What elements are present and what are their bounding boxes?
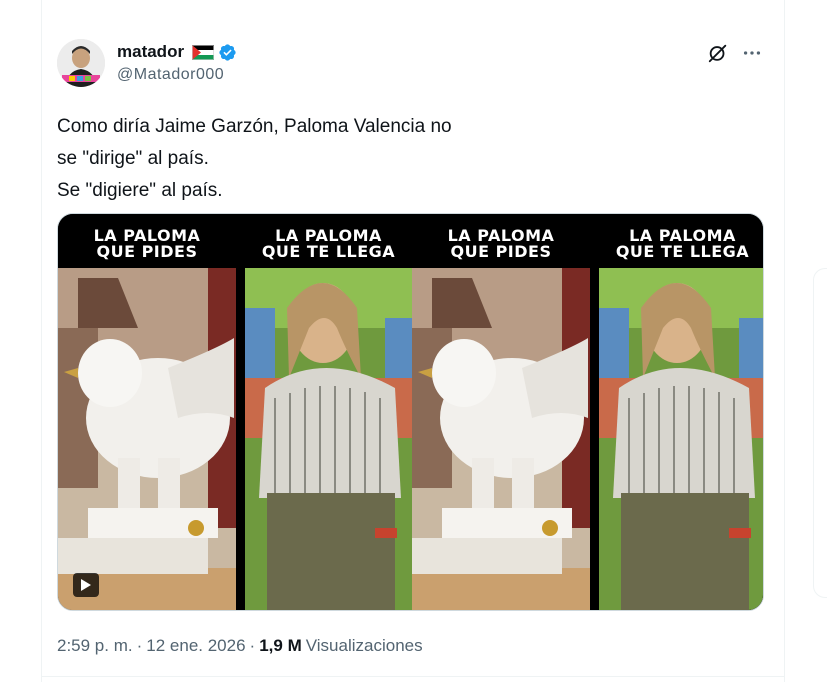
tweet-text-line: Como diría Jaime Garzón, Paloma Valencia…	[57, 116, 452, 137]
tweet-text: Como diría Jaime Garzón, Paloma Valencia…	[57, 111, 757, 207]
tweet-time[interactable]: 2:59 p. m.	[57, 636, 133, 656]
panel-label-dove: LA PALOMA QUE PIDES	[93, 226, 201, 261]
panel-label-woman: LA PALOMA QUE TE LLEGA	[261, 226, 396, 261]
panel-dove: LA PALOMA QUE PIDES	[58, 214, 236, 610]
meta-separator: ·	[249, 636, 256, 655]
tweet-meta: 2:59 p. m. · 12 ene. 2026 · 1,9 M Visual…	[57, 636, 423, 656]
dove-sculpture-image	[412, 268, 590, 610]
display-name[interactable]: matador	[117, 42, 184, 62]
panel-label-woman: LA PALOMA QUE TE LLEGA	[615, 226, 750, 261]
woman-photo-image	[599, 268, 763, 610]
tweet-text-line: Se "digiere" al país.	[57, 180, 223, 201]
tweet-date[interactable]: 12 ene. 2026	[146, 636, 245, 656]
panel-dove: LA PALOMA QUE PIDES	[412, 214, 590, 610]
author-name-row[interactable]: matador	[117, 41, 237, 63]
views-count[interactable]: 1,9 M	[259, 636, 302, 656]
timeline-border-left	[41, 0, 42, 682]
panel-woman: LA PALOMA QUE TE LLEGA	[245, 214, 412, 610]
meta-separator: ·	[136, 636, 143, 655]
media-frame: LA PALOMA QUE PIDES LA PALOMA QUE TE LLE…	[412, 214, 763, 610]
sidebar-card-edge	[813, 268, 827, 598]
palestine-flag-icon	[192, 44, 215, 60]
tweet-text-line: se "dirige" al país.	[57, 148, 209, 169]
panel-label-dove: LA PALOMA QUE PIDES	[447, 226, 555, 261]
divider	[41, 676, 785, 677]
grok-icon[interactable]	[706, 41, 730, 65]
verified-badge-icon[interactable]	[218, 43, 237, 62]
timeline-border-right	[784, 0, 785, 682]
views-label[interactable]: Visualizaciones	[306, 636, 423, 656]
tweet-media-video[interactable]: LA PALOMA QUE PIDES LA PALOMA QUE TE LLE…	[57, 213, 764, 611]
more-icon[interactable]	[740, 41, 764, 65]
media-frame: LA PALOMA QUE PIDES LA PALOMA QUE TE LLE…	[58, 214, 412, 610]
panel-woman: LA PALOMA QUE TE LLEGA	[599, 214, 763, 610]
avatar-image	[57, 39, 105, 87]
play-icon[interactable]	[73, 573, 99, 597]
dove-sculpture-image	[58, 268, 236, 610]
woman-photo-image	[245, 268, 412, 610]
avatar[interactable]	[57, 39, 105, 87]
author-handle[interactable]: @Matador000	[117, 66, 224, 84]
